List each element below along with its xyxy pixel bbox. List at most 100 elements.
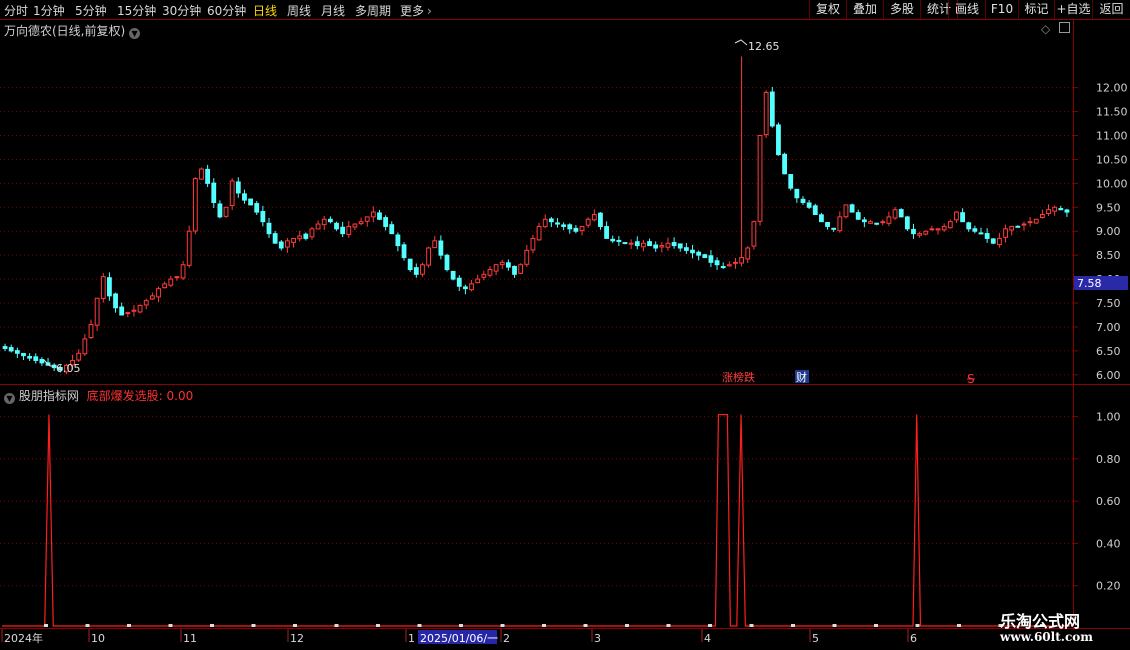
candle-body — [199, 168, 204, 180]
candle-body — [874, 222, 880, 225]
candle-body — [935, 228, 941, 231]
candle-body — [610, 238, 616, 242]
candle-body — [346, 225, 352, 235]
candle-body — [340, 226, 346, 235]
candle-body — [456, 277, 462, 287]
candle-body — [702, 254, 708, 259]
candle-body — [733, 261, 738, 264]
candle-body — [401, 244, 407, 259]
candle-body — [119, 306, 125, 316]
candle-body — [837, 216, 843, 232]
candle-body — [235, 181, 241, 194]
candle-body — [923, 230, 929, 235]
candle-body — [1033, 218, 1039, 224]
candle-body — [542, 218, 548, 228]
candle-body — [315, 223, 321, 230]
signal-baseline-marker — [334, 624, 339, 627]
longhu-tag[interactable]: 涨榜跌 — [722, 370, 755, 384]
candle-body — [450, 270, 456, 280]
candle-body — [776, 124, 781, 156]
candle-body — [505, 262, 511, 268]
candle-body — [947, 221, 953, 229]
candle-body — [512, 265, 517, 275]
candle-body — [634, 241, 640, 247]
candle-body — [21, 352, 26, 357]
candle-body — [997, 237, 1002, 246]
candle-body — [536, 225, 542, 241]
finance-tag[interactable]: 财 — [796, 370, 807, 384]
candle-body — [1021, 223, 1027, 226]
signal-baseline-marker — [915, 624, 920, 627]
candle-body — [714, 260, 720, 266]
price-tick-label: 8.50 — [1096, 249, 1121, 262]
candle-body — [88, 324, 94, 339]
signal-baseline-marker — [251, 624, 256, 627]
candle-body — [364, 216, 370, 222]
candle-body — [192, 178, 198, 232]
candle-body — [972, 228, 978, 232]
candle-body — [113, 293, 118, 309]
candle-body — [217, 203, 223, 218]
date-label: 6 — [910, 632, 917, 645]
signal-baseline-marker — [625, 624, 629, 627]
candle-body — [272, 233, 278, 244]
candle-body — [984, 233, 990, 239]
candle-body — [726, 264, 732, 267]
candle-body — [211, 182, 217, 204]
candle-body — [548, 218, 554, 223]
candle-body — [555, 222, 560, 225]
indicator-tick-label: 0.60 — [1096, 495, 1121, 508]
candle-body — [107, 277, 112, 297]
candle-body — [358, 221, 364, 225]
high-marker: 12.65 — [734, 39, 780, 53]
candle-body — [94, 297, 100, 326]
date-label: 5 — [812, 632, 819, 645]
indicator-axis: 1.00 0.80 0.60 0.40 0.20 — [1096, 411, 1121, 593]
candle-body — [432, 240, 438, 249]
candle-body — [168, 278, 174, 286]
candle-body — [2, 346, 8, 349]
candle-body — [911, 228, 916, 235]
date-label: 4 — [704, 632, 711, 645]
candle-body — [1058, 208, 1064, 211]
signal-baseline-marker — [583, 624, 588, 627]
date-label: 10 — [91, 632, 105, 645]
candle-body — [954, 211, 959, 221]
kline-chart[interactable]: 12.0011.5011.0010.5010.009.509.008.508.0… — [0, 0, 1130, 650]
candle-body — [278, 241, 284, 249]
signal-baseline-marker — [749, 624, 754, 627]
signal-baseline-marker — [417, 624, 422, 627]
candle-body — [285, 240, 290, 248]
date-label: 2 — [503, 632, 510, 645]
candle-body — [812, 205, 818, 215]
candle-body — [861, 219, 867, 223]
candle-body — [27, 356, 33, 359]
candle-body — [849, 204, 855, 213]
signal-baseline-marker — [708, 624, 712, 627]
current-price-label: 7.58 — [1077, 277, 1102, 290]
candle-body — [604, 226, 609, 239]
candle-body — [690, 249, 695, 254]
candle-body — [291, 237, 296, 243]
candle-body — [149, 295, 155, 300]
high-label: 12.65 — [748, 40, 780, 53]
candle-body — [616, 239, 622, 242]
candle-body — [671, 242, 677, 247]
candle-body — [254, 203, 260, 213]
candle-body — [800, 198, 806, 204]
signal-line — [2, 413, 1070, 627]
candle-body — [782, 153, 787, 175]
candle-body — [677, 243, 683, 249]
candle-body — [309, 228, 315, 238]
candle-body — [794, 188, 800, 199]
candle-body — [463, 286, 468, 290]
candle-body — [481, 273, 487, 278]
date-label: 11 — [183, 632, 197, 645]
low-marker: 6.05 — [43, 359, 81, 375]
candle-body — [377, 212, 382, 220]
candle-body — [426, 247, 431, 266]
candle-body — [413, 267, 419, 275]
candle-body — [76, 352, 82, 361]
low-label: 6.05 — [56, 362, 81, 375]
signal-baseline-marker — [459, 624, 463, 627]
